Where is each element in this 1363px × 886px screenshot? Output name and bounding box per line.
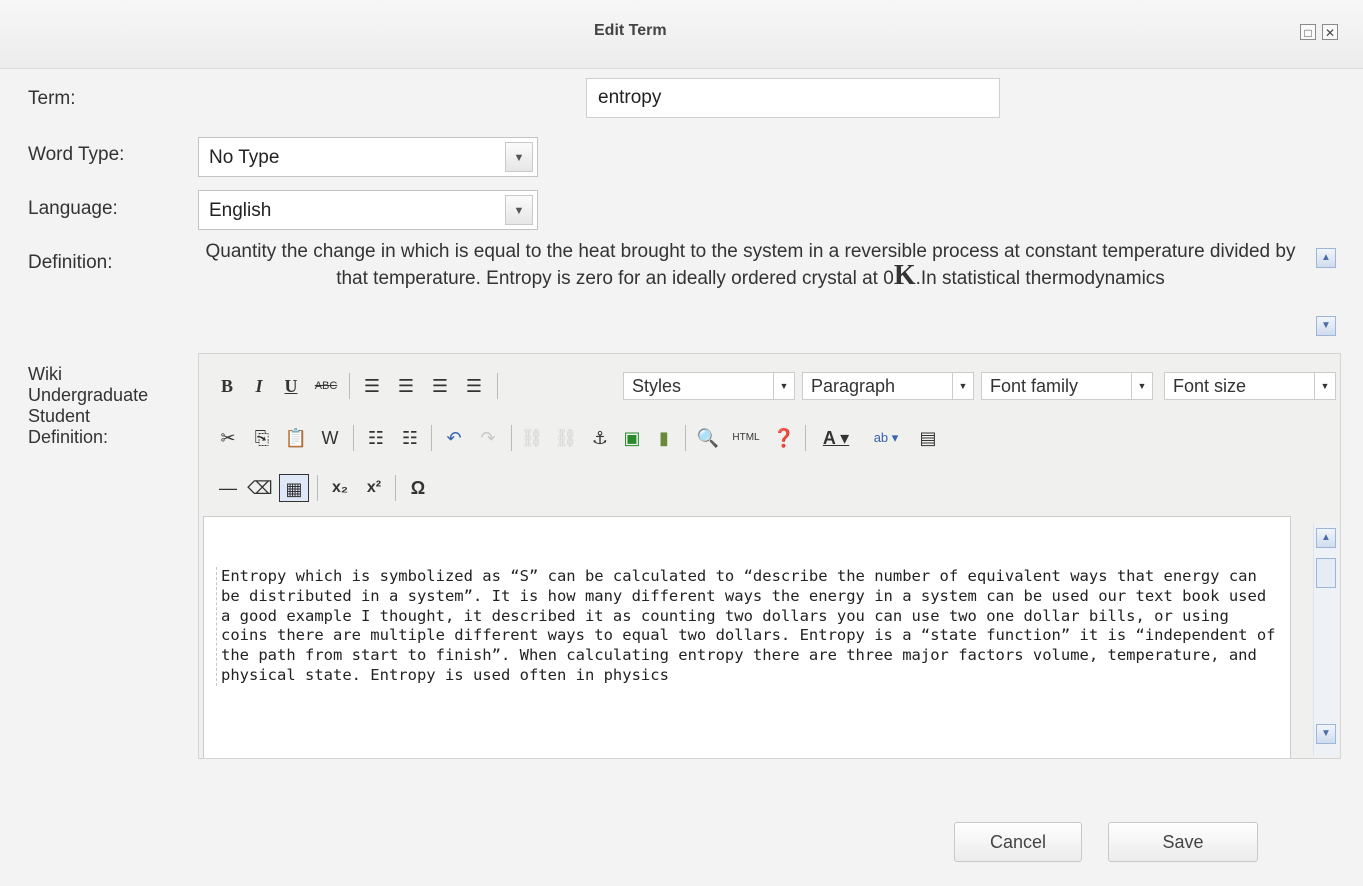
paragraph-dropdown-label: Paragraph bbox=[811, 376, 896, 396]
dialog-title: Edit Term bbox=[594, 22, 667, 39]
html-source-button[interactable]: HTML bbox=[729, 424, 763, 452]
bold-button[interactable]: B bbox=[215, 372, 239, 400]
word-type-label: Word Type: bbox=[28, 144, 125, 165]
text-color-icon[interactable]: A ▾ bbox=[815, 424, 857, 452]
align-justify-icon[interactable]: ☰ bbox=[461, 372, 487, 400]
definition-text[interactable]: Quantity the change in which is equal to… bbox=[198, 240, 1303, 340]
term-label: Term: bbox=[28, 88, 76, 109]
special-character-icon[interactable]: Ω bbox=[405, 474, 431, 502]
wiki-label-line1: Wiki bbox=[28, 364, 62, 384]
fullscreen-icon[interactable]: ▤ bbox=[915, 424, 941, 452]
font-family-dropdown-label: Font family bbox=[990, 376, 1079, 396]
term-input[interactable] bbox=[586, 78, 1000, 118]
editor-content-area[interactable]: Entropy which is symbolized as “S” can b… bbox=[203, 516, 1291, 758]
help-icon[interactable]: ❓ bbox=[771, 424, 797, 452]
horizontal-rule-icon[interactable]: — bbox=[215, 474, 241, 502]
definition-text-part2: .In statistical thermodynamics bbox=[915, 268, 1165, 289]
editor-content-text[interactable]: Entropy which is symbolized as “S” can b… bbox=[216, 567, 1281, 686]
dialog-titlebar bbox=[0, 0, 1363, 69]
scroll-thumb[interactable] bbox=[1316, 558, 1336, 588]
chevron-down-icon: ▼ bbox=[1314, 373, 1335, 399]
scroll-up-icon[interactable]: ▲ bbox=[1316, 528, 1336, 548]
save-button[interactable]: Save bbox=[1108, 822, 1258, 862]
undo-icon[interactable]: ↶ bbox=[441, 424, 467, 452]
preview-icon[interactable]: 🔍 bbox=[695, 424, 721, 452]
unlink-icon[interactable]: ⛓ bbox=[553, 424, 579, 452]
chevron-down-icon[interactable]: ▼ bbox=[505, 142, 533, 172]
close-icon[interactable]: ✕ bbox=[1322, 24, 1338, 40]
wiki-definition-label: Wiki Undergraduate Student Definition: bbox=[28, 364, 148, 448]
remove-format-icon[interactable]: ⌫ bbox=[247, 474, 273, 502]
numbered-list-icon[interactable]: ☷ bbox=[397, 424, 423, 452]
superscript-icon[interactable]: x² bbox=[361, 474, 387, 502]
paste-icon[interactable]: 📋 bbox=[283, 424, 309, 452]
definition-k: K bbox=[893, 260, 916, 291]
cancel-button[interactable]: Cancel bbox=[954, 822, 1082, 862]
language-select[interactable]: English ▼ bbox=[198, 190, 538, 230]
wiki-label-line2: Undergraduate bbox=[28, 385, 149, 405]
paragraph-dropdown[interactable]: Paragraph ▼ bbox=[802, 372, 974, 400]
anchor-icon[interactable]: ⚓ bbox=[587, 424, 613, 452]
definition-label: Definition: bbox=[28, 252, 113, 273]
word-type-select[interactable]: No Type ▼ bbox=[198, 137, 538, 177]
align-right-icon[interactable]: ☰ bbox=[427, 372, 453, 400]
wiki-label-line3: Student bbox=[28, 406, 91, 426]
language-value: English bbox=[209, 200, 272, 221]
underline-button[interactable]: U bbox=[279, 372, 303, 400]
redo-icon[interactable]: ↷ bbox=[475, 424, 501, 452]
editor-scrollbar[interactable]: ▲ ▼ bbox=[1313, 524, 1338, 756]
background-color-icon[interactable]: ab ▾ bbox=[863, 424, 909, 452]
scroll-up-icon[interactable]: ▲ bbox=[1316, 248, 1336, 268]
media-icon[interactable]: ▮ bbox=[651, 424, 677, 452]
cut-icon[interactable]: ✂ bbox=[215, 424, 241, 452]
wiki-label-line4: Definition: bbox=[28, 427, 109, 447]
chevron-down-icon[interactable]: ▼ bbox=[505, 195, 533, 225]
italic-button[interactable]: I bbox=[247, 372, 271, 400]
align-left-icon[interactable]: ☰ bbox=[359, 372, 385, 400]
maximize-icon[interactable]: □ bbox=[1300, 24, 1316, 40]
scroll-down-icon[interactable]: ▼ bbox=[1316, 724, 1336, 744]
table-icon[interactable]: ▦ bbox=[279, 474, 309, 502]
font-size-dropdown[interactable]: Font size ▼ bbox=[1164, 372, 1336, 400]
paste-word-icon[interactable]: W bbox=[317, 424, 343, 452]
copy-icon[interactable]: ⎘ bbox=[249, 424, 275, 452]
image-icon[interactable]: ▣ bbox=[619, 424, 645, 452]
scroll-down-icon[interactable]: ▼ bbox=[1316, 316, 1336, 336]
bullet-list-icon[interactable]: ☷ bbox=[363, 424, 389, 452]
subscript-icon[interactable]: x₂ bbox=[327, 474, 353, 502]
chevron-down-icon: ▼ bbox=[952, 373, 973, 399]
link-icon[interactable]: ⛓ bbox=[519, 424, 545, 452]
strikethrough-button[interactable]: ABC bbox=[311, 372, 341, 400]
chevron-down-icon: ▼ bbox=[1131, 373, 1152, 399]
align-center-icon[interactable]: ☰ bbox=[393, 372, 419, 400]
chevron-down-icon: ▼ bbox=[773, 373, 794, 399]
styles-dropdown-label: Styles bbox=[632, 376, 682, 396]
font-family-dropdown[interactable]: Font family ▼ bbox=[981, 372, 1153, 400]
font-size-dropdown-label: Font size bbox=[1173, 376, 1247, 396]
word-type-value: No Type bbox=[209, 147, 280, 168]
rich-text-editor: B I U ABC ☰ ☰ ☰ ☰ Styles ▼ Paragraph ▼ Fon… bbox=[198, 353, 1341, 759]
styles-dropdown[interactable]: Styles ▼ bbox=[623, 372, 795, 400]
language-label: Language: bbox=[28, 198, 118, 219]
